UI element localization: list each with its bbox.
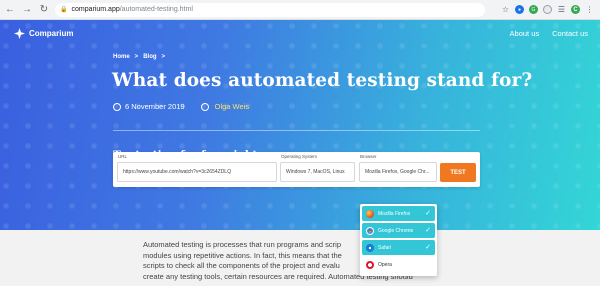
post-date: 6 November 2019 xyxy=(125,102,185,111)
back-icon[interactable]: ← xyxy=(3,3,17,17)
grammarly-icon[interactable]: G xyxy=(529,5,538,14)
opera-icon xyxy=(366,260,374,269)
breadcrumb-home[interactable]: Home xyxy=(113,54,130,60)
os-select[interactable]: Windows 7, MacOS, Linux xyxy=(280,162,355,182)
lock-icon: 🔒 xyxy=(60,7,68,13)
breadcrumb-blog[interactable]: Blog xyxy=(143,54,156,60)
page-title: What does automated testing stand for? xyxy=(112,70,533,91)
breadcrumb-separator: > xyxy=(134,54,139,60)
nav-contact-us[interactable]: Contact us xyxy=(552,29,588,38)
browser-select[interactable]: Mozilla Firefox, Google Chr... xyxy=(359,162,437,182)
firefox-icon xyxy=(366,209,374,218)
test-button[interactable]: TEST xyxy=(440,163,476,182)
url-path: /automated-testing.html xyxy=(119,6,193,13)
browser-logo-pattern xyxy=(0,20,600,230)
extensions-puzzle-icon[interactable]: ☰ xyxy=(557,5,566,14)
option-opera[interactable]: Opera xyxy=(362,257,435,272)
breadcrumb-separator: > xyxy=(161,54,166,60)
chrome-icon xyxy=(366,226,374,235)
option-mozilla-firefox[interactable]: Mozilla Firefox ✓ xyxy=(362,206,435,221)
user-icon xyxy=(200,102,209,111)
menu-dots-icon[interactable]: ⋮ xyxy=(585,5,594,14)
divider xyxy=(113,130,480,131)
option-label: Opera xyxy=(378,261,392,268)
browser-toolbar: ← → ↻ 🔒 comparium.app/automated-testing.… xyxy=(0,0,600,20)
extension-icon[interactable]: ● xyxy=(515,5,524,14)
url-label: URL xyxy=(118,154,128,159)
clock-icon xyxy=(113,102,121,111)
breadcrumb: Home > Blog > xyxy=(113,54,165,60)
test-form: URL https://www.youtube.com/watch?v=3c26… xyxy=(113,152,480,187)
browser-dropdown: Mozilla Firefox ✓ Google Chrome ✓ Safari… xyxy=(360,204,437,276)
check-icon: ✓ xyxy=(425,244,431,251)
option-google-chrome[interactable]: Google Chrome ✓ xyxy=(362,223,435,238)
option-label: Mozilla Firefox xyxy=(378,210,411,217)
profile-avatar[interactable]: C xyxy=(571,5,580,14)
check-icon: ✓ xyxy=(425,210,431,217)
address-bar[interactable]: 🔒 comparium.app/automated-testing.html xyxy=(55,2,485,17)
logo-text: Comparium xyxy=(29,29,74,38)
site-logo[interactable]: Comparium xyxy=(14,28,73,39)
browser-label: Browser xyxy=(360,154,377,159)
extension-icon[interactable] xyxy=(543,5,552,14)
option-safari[interactable]: Safari ✓ xyxy=(362,240,435,255)
top-navigation: About us Contact us xyxy=(510,29,588,38)
url-host: comparium.app xyxy=(71,6,120,13)
forward-icon[interactable]: → xyxy=(20,3,34,17)
os-label: Operating System xyxy=(281,154,318,159)
option-label: Google Chrome xyxy=(378,227,414,234)
comparium-logo-icon xyxy=(14,28,25,39)
post-meta: 6 November 2019 Olga Weis xyxy=(113,102,249,111)
reload-icon[interactable]: ↻ xyxy=(37,3,51,17)
post-author[interactable]: Olga Weis xyxy=(215,102,249,111)
option-label: Safari xyxy=(378,244,392,251)
check-icon: ✓ xyxy=(425,227,431,234)
hero-section: Comparium About us Contact us Home > Blo… xyxy=(0,20,600,230)
safari-icon xyxy=(366,243,374,252)
nav-about-us[interactable]: About us xyxy=(510,29,540,38)
url-input[interactable]: https://www.youtube.com/watch?v=3c2654ZD… xyxy=(117,162,277,182)
bookmark-star-icon[interactable]: ☆ xyxy=(501,5,510,14)
